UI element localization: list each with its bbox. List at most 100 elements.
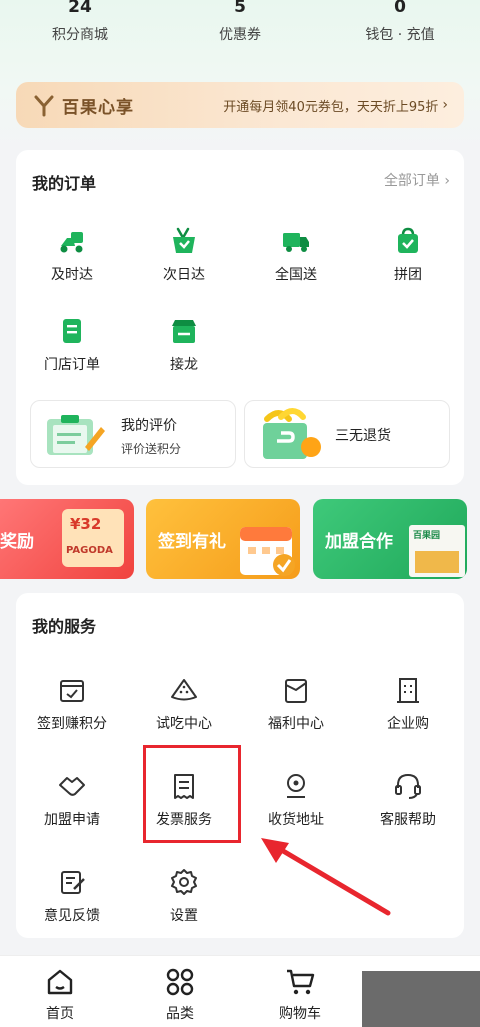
service-label: 发票服务	[156, 812, 212, 828]
stat-value: 0	[394, 0, 406, 17]
coupon-graphic: ¥32 PAGODA	[62, 509, 124, 567]
order-type-instant[interactable]: 及时达	[16, 226, 128, 284]
service-tasting-center[interactable]: 试吃中心	[128, 675, 240, 733]
account-stats: 24 积分商城 5 优惠券 0 钱包 · 充值	[0, 0, 480, 56]
orders-title: 我的订单	[32, 174, 97, 193]
store-illustration: 百果园	[409, 525, 465, 577]
refund-title: 三无退货	[335, 428, 391, 444]
service-sign-in-points[interactable]: 签到赚积分	[16, 675, 128, 733]
annotation-arrow-icon	[261, 838, 391, 916]
building-icon	[397, 678, 419, 703]
order-type-label: 及时达	[51, 267, 93, 283]
order-type-next-day[interactable]: 次日达	[128, 226, 240, 284]
order-type-store[interactable]: 门店订单	[16, 316, 128, 374]
service-customer-help[interactable]: 客服帮助	[352, 771, 464, 829]
receipt-icon	[63, 319, 81, 343]
tab-label: 品类	[166, 1006, 194, 1022]
order-types-row-1: 及时达 次日达 全国送 拼团	[16, 226, 464, 284]
store-sign: 百果园	[413, 531, 441, 541]
order-type-label: 拼团	[394, 267, 422, 283]
watermelon-icon	[171, 679, 197, 701]
bottom-tab-bar: 首页 品类 购物车	[0, 955, 480, 1027]
gift-card-icon	[285, 679, 307, 703]
order-type-group-buy[interactable]: 拼团	[352, 226, 464, 284]
all-orders-link[interactable]: 全部订单 ›	[384, 170, 450, 190]
services-row-2: 加盟申请 发票服务 收货地址 客服帮助	[16, 771, 464, 829]
vip-membership-banner[interactable]: 百果心享 开通每月领40元券包，天天折上95折 ›	[16, 82, 464, 128]
bag-icon	[398, 227, 418, 253]
services-title: 我的服务	[32, 617, 97, 636]
service-feedback[interactable]: 意见反馈	[16, 867, 128, 925]
order-type-label: 全国送	[275, 267, 317, 283]
service-label: 设置	[170, 908, 198, 924]
service-label: 意见反馈	[44, 908, 100, 924]
invoice-icon	[174, 774, 194, 799]
banner-title: 奖励	[0, 532, 34, 552]
chevron-right-icon: ›	[444, 173, 450, 189]
coupon-value: ¥32	[70, 515, 102, 533]
stat-label: 钱包 · 充值	[365, 27, 435, 43]
tab-category[interactable]: 品类	[120, 956, 240, 1027]
services-row-3: 意见反馈 设置	[16, 867, 464, 925]
grey-overlay	[362, 971, 480, 1027]
no-hassle-return-card[interactable]: 三无退货	[244, 400, 450, 468]
service-franchise-apply[interactable]: 加盟申请	[16, 771, 128, 829]
service-label: 福利中心	[268, 716, 324, 732]
stat-value: 24	[68, 0, 92, 17]
service-shipping-address[interactable]: 收货地址	[240, 771, 352, 829]
order-type-label: 接龙	[170, 357, 198, 373]
service-invoice[interactable]: 发票服务	[128, 771, 240, 829]
truck-icon	[283, 233, 309, 252]
calendar-check-icon	[60, 680, 84, 702]
service-enterprise[interactable]: 企业购	[352, 675, 464, 733]
service-label: 客服帮助	[380, 812, 436, 828]
handshake-icon	[59, 777, 85, 796]
services-row-1: 签到赚积分 试吃中心 福利中心 企业购	[16, 675, 464, 733]
cart-icon	[287, 969, 315, 995]
tab-home[interactable]: 首页	[0, 956, 120, 1027]
all-orders-label: 全部订单	[383, 173, 440, 189]
store-icon	[172, 320, 196, 343]
points-mall-stat[interactable]: 24 积分商城	[0, 0, 160, 56]
order-type-nationwide[interactable]: 全国送	[240, 226, 352, 284]
wallet-stat[interactable]: 0 钱包 · 充值	[320, 0, 480, 56]
coupons-stat[interactable]: 5 优惠券	[160, 0, 320, 56]
fruit-basket-return-icon	[263, 408, 321, 459]
scooter-icon	[60, 232, 83, 253]
tab-label: 首页	[46, 1006, 74, 1022]
service-label: 收货地址	[268, 812, 324, 828]
service-label: 加盟申请	[44, 812, 100, 828]
tab-label: 购物车	[279, 1006, 321, 1022]
reward-banner[interactable]: 奖励 ¥32 PAGODA	[0, 499, 134, 579]
service-welfare-center[interactable]: 福利中心	[240, 675, 352, 733]
stat-value: 5	[234, 0, 246, 17]
home-icon	[47, 969, 73, 995]
order-types-row-2: 门店订单 接龙	[16, 316, 464, 374]
banner-title: 加盟合作	[325, 532, 393, 552]
vip-promo-text: 开通每月领40元券包，天天折上95折	[223, 99, 439, 115]
service-label: 企业购	[387, 716, 429, 732]
tab-placeholder	[360, 956, 480, 1027]
calendar-check-illustration-icon	[240, 527, 295, 576]
headset-icon	[395, 773, 421, 799]
my-reviews-card[interactable]: 我的评价 评价送积分	[30, 400, 236, 468]
sign-in-gift-banner[interactable]: 签到有礼	[146, 499, 300, 579]
review-subtitle: 评价送积分	[121, 442, 182, 456]
service-settings[interactable]: 设置	[128, 867, 240, 925]
category-icon	[166, 968, 194, 996]
basket-icon	[173, 227, 195, 253]
tab-cart[interactable]: 购物车	[240, 956, 360, 1027]
chevron-right-icon: ›	[442, 97, 448, 113]
stat-label: 优惠券	[219, 27, 261, 43]
feedback-edit-icon	[61, 871, 85, 894]
banner-title: 签到有礼	[158, 532, 226, 552]
my-services-card: 我的服务 签到赚积分 试吃中心 福利中心 企业购 加盟申请 发票服务 收货地址 …	[16, 593, 464, 938]
service-label: 试吃中心	[156, 716, 212, 732]
order-type-label: 次日达	[163, 267, 205, 283]
coupon-brand: PAGODA	[66, 545, 113, 556]
order-type-relay[interactable]: 接龙	[128, 316, 240, 374]
franchise-banner[interactable]: 加盟合作 百果园	[313, 499, 467, 579]
review-title: 我的评价	[121, 418, 177, 434]
vip-brand: 百果心享	[62, 97, 134, 118]
stat-label: 积分商城	[52, 27, 108, 43]
